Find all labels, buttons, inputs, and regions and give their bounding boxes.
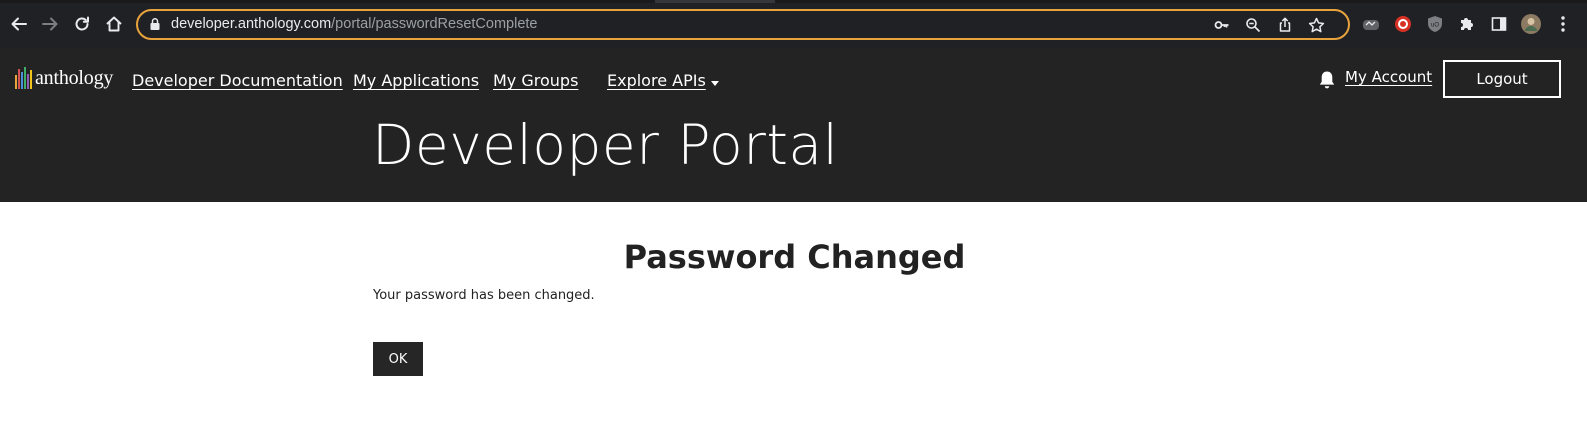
active-tab-edge <box>655 0 775 3</box>
browser-toolbar: developer.anthology.com/portal/passwordR… <box>0 0 1587 48</box>
anthology-logo[interactable]: anthology <box>15 65 113 91</box>
share-icon[interactable] <box>1275 15 1295 35</box>
reload-icon[interactable] <box>70 12 94 36</box>
zoom-out-icon[interactable] <box>1243 15 1263 35</box>
logo-bar <box>24 67 26 89</box>
logo-bars-icon <box>15 67 32 89</box>
logo-text: anthology <box>35 66 114 89</box>
logo-bar <box>30 70 32 89</box>
page-title: Developer Portal <box>372 113 839 177</box>
lock-icon[interactable] <box>148 17 162 31</box>
ublock-shield-icon[interactable]: uO <box>1424 13 1446 35</box>
chrome-menu-icon[interactable] <box>1552 13 1574 35</box>
profile-avatar-icon[interactable] <box>1520 13 1542 35</box>
ok-button[interactable]: OK <box>373 342 423 376</box>
caret-down-icon[interactable] <box>711 81 719 86</box>
extension-red-icon[interactable] <box>1392 13 1414 35</box>
confirmation-message: Your password has been changed. <box>373 288 595 303</box>
logo-bar <box>18 69 20 89</box>
forward-arrow-icon[interactable] <box>38 12 62 36</box>
tab-strip <box>0 0 1587 3</box>
url-path: /portal/passwordResetComplete <box>331 16 538 32</box>
key-icon[interactable] <box>1212 15 1232 35</box>
nav-explore-apis[interactable]: Explore APIs <box>607 71 706 90</box>
side-panel-icon[interactable] <box>1488 13 1510 35</box>
my-account-link[interactable]: My Account <box>1345 68 1432 86</box>
notification-bell-icon[interactable] <box>1317 69 1337 91</box>
logo-bar <box>27 74 29 89</box>
logo-bar <box>15 75 17 89</box>
bookmark-star-icon[interactable] <box>1306 15 1326 35</box>
extension-cloud-icon[interactable] <box>1360 13 1382 35</box>
nav-my-applications[interactable]: My Applications <box>353 71 479 90</box>
password-changed-heading: Password Changed <box>623 238 966 276</box>
logout-button[interactable]: Logout <box>1443 60 1561 98</box>
nav-my-groups[interactable]: My Groups <box>493 71 578 90</box>
logo-bar <box>21 72 23 89</box>
url-host: developer.anthology.com <box>171 16 332 32</box>
extensions-puzzle-icon[interactable] <box>1456 13 1478 35</box>
svg-text:uO: uO <box>1431 23 1439 29</box>
home-icon[interactable] <box>102 12 126 36</box>
nav-developer-documentation[interactable]: Developer Documentation <box>132 71 343 90</box>
url-text[interactable]: developer.anthology.com/portal/passwordR… <box>171 15 537 33</box>
back-arrow-icon[interactable] <box>7 12 31 36</box>
